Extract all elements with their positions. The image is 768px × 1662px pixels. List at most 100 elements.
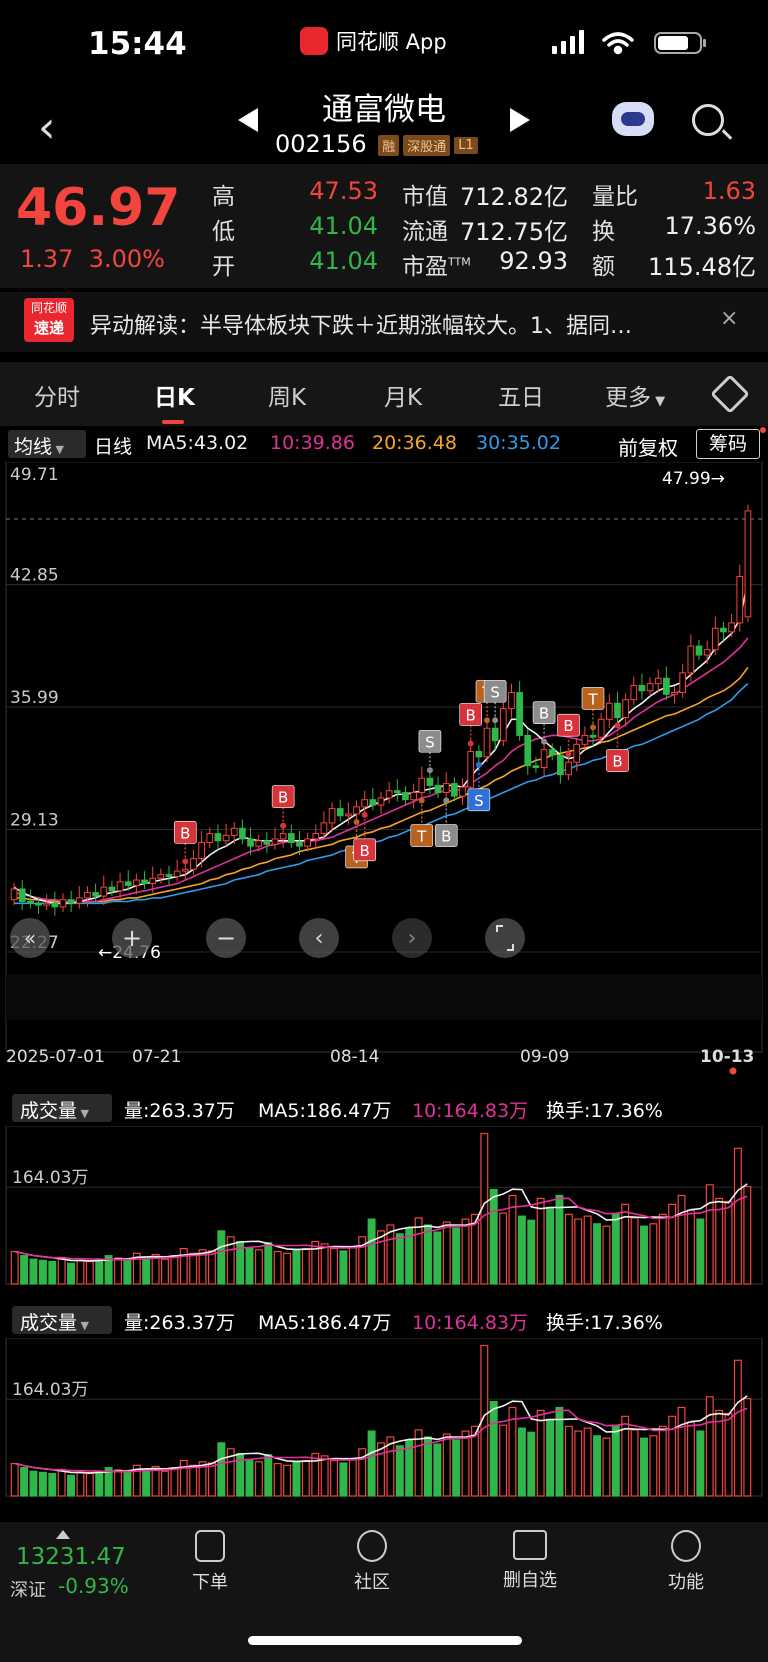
adjust-type[interactable]: 前复权 [618,432,678,461]
minus-icon: − [216,924,236,952]
x-tick-label: 07-21 [132,1047,181,1067]
x-axis-band [6,974,762,1020]
index-value[interactable]: 13231.47 [16,1544,126,1570]
tab-more[interactable]: 更多 ▼ [605,378,665,412]
nav-order-label: 下单 [192,1572,228,1593]
nav-community-label: 社区 [354,1572,390,1593]
volume-bar [611,1212,620,1285]
nav-remove-watchlist-label: 删自选 [503,1570,557,1591]
y-tick-label: 29.13 [10,811,59,831]
close-icon[interactable]: × [720,306,738,331]
volume-bar [142,1468,151,1497]
volume-bar [461,1218,470,1285]
volume-bar [508,1194,517,1285]
nav-order[interactable]: 下单 [170,1530,250,1594]
tab-intraday[interactable]: 分时 [34,378,80,412]
x-tick-label: 10-13 [700,1047,754,1067]
low-label: 低 [212,219,235,245]
signal-label: B [563,717,573,735]
caret-down-icon: ▼ [52,443,64,456]
status-icons [552,30,706,55]
caret-up-icon[interactable] [56,1530,70,1539]
collapse-left-button[interactable]: « [10,918,50,958]
candle [67,890,75,913]
nav-remove-watchlist[interactable]: 删自选 [490,1530,570,1592]
indicator-select[interactable]: 均线 ▼ [8,430,86,458]
candle [10,882,18,906]
volume-chart[interactable]: 164.03万 [0,1126,768,1286]
connect-tag: 深股通 [403,134,451,156]
volume-turnover: 换手:17.36% [546,1100,663,1122]
volume-bar [452,1439,461,1497]
candle [646,677,654,697]
high-label: 高 [212,184,235,210]
scroll-left-button[interactable]: ‹ [299,918,339,958]
volume-bar [10,1250,19,1285]
nav-functions-label: 功能 [668,1572,704,1593]
volume-bar [555,1406,564,1497]
volume-bar [583,1427,592,1497]
tab-weekly-k[interactable]: 周K [268,378,306,412]
volume-bar [85,1260,94,1285]
kline-chart[interactable]: 49.7142.8535.9929.1322.27 BBTBTSBBSTSBBT… [0,462,768,1082]
volume-bar [442,1433,451,1497]
volume-bar [20,1467,29,1497]
tab-active-indicator [162,420,184,424]
volume-bar [57,1256,66,1285]
volume-bar [564,1213,573,1285]
candle [687,634,695,682]
volume-bar [20,1255,29,1285]
robot-assistant-icon[interactable] [612,102,654,136]
volume-bar [57,1468,66,1497]
volume-select-label-2: 成交量 [20,1312,78,1334]
tab-monthly-k[interactable]: 月K [384,378,422,412]
zoom-in-button[interactable]: + [112,918,152,958]
volume-ma10-2: 10:164.83万 [412,1312,529,1334]
tab-daily-k[interactable]: 日K [154,378,195,412]
ma20-line [14,667,749,903]
volume-bar [170,1255,179,1285]
signal-marker-b: B [606,722,629,772]
volume-bar [273,1250,282,1285]
next-stock-icon[interactable] [510,108,530,132]
price-change: 1.37 3.00% [20,245,165,273]
volume-bar [254,1461,263,1497]
news-text[interactable]: 异动解读：半导体板块下跌＋近期涨幅较大。1、据同… [90,308,700,340]
level-tag: L1 [454,136,478,154]
signal-label: B [278,789,288,807]
fullscreen-button[interactable] [485,918,525,958]
volume-bar [574,1430,583,1497]
volume-bar [583,1215,592,1285]
scroll-right-button[interactable]: › [392,918,432,958]
volume-bar [536,1197,545,1285]
volume-indicator-select[interactable]: 成交量 ▼ [12,1094,112,1122]
zoom-out-button[interactable]: − [206,918,246,958]
nav-functions[interactable]: 功能 [646,1530,726,1594]
tab-five-day[interactable]: 五日 [498,378,544,412]
volume-bar [10,1462,19,1497]
candle [312,824,320,848]
candle [605,694,613,729]
volume-bar [640,1437,648,1497]
vol-ratio-label: 量比 [592,184,638,210]
chips-button[interactable]: 筹码 [696,429,760,459]
ma10-value: 10:39.86 [270,432,355,454]
nav-community[interactable]: 社区 [332,1530,412,1594]
candle [434,776,442,798]
volume-bar [593,1435,602,1497]
signal-icon [552,30,584,54]
candle [426,772,434,795]
stock-code: 002156 [275,130,367,158]
home-indicator[interactable] [248,1636,522,1645]
signal-label: B [466,706,476,724]
volume-bar [574,1218,583,1285]
search-icon[interactable] [692,104,724,136]
signal-label: S [490,683,500,701]
app-logo-icon [300,27,328,55]
volume-bar [114,1469,122,1497]
volume-bar [67,1262,76,1285]
float-value: 712.75亿 [460,218,568,246]
volume-indicator-select-2[interactable]: 成交量 ▼ [12,1306,112,1334]
candle [467,739,475,793]
volume-chart-2[interactable]: 164.03万 [0,1338,768,1498]
